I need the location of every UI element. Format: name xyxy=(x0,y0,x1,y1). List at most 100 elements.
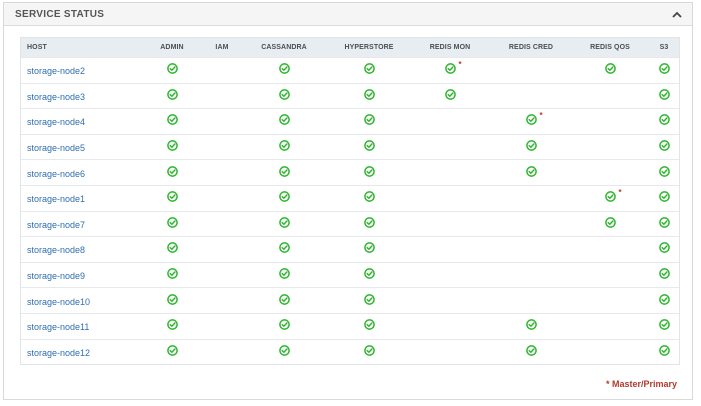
check-circle-icon xyxy=(363,140,375,151)
status-indicator xyxy=(525,140,537,151)
check-circle-icon xyxy=(166,242,178,254)
service-status-cell xyxy=(205,108,239,135)
host-link[interactable]: storage-node3 xyxy=(27,92,85,102)
service-status-cell xyxy=(649,210,679,237)
service-status-panel: SERVICE STATUS HOST ADMIN IAM CASSANDRA … xyxy=(3,2,693,400)
status-indicator xyxy=(658,114,670,126)
service-status-cell xyxy=(649,236,679,263)
host-link[interactable]: storage-node9 xyxy=(27,271,85,281)
service-status-cell xyxy=(329,287,409,314)
host-link[interactable]: storage-node2 xyxy=(27,66,85,76)
status-indicator xyxy=(278,319,290,331)
host-cell: storage-node11 xyxy=(21,312,139,340)
column-header-hyperstore: HYPERSTORE xyxy=(329,38,409,58)
host-cell: storage-node3 xyxy=(21,82,139,109)
service-status-cell xyxy=(205,133,239,160)
service-status-cell xyxy=(329,236,409,263)
table-row: storage-node4 * xyxy=(21,108,679,135)
status-indicator xyxy=(363,191,375,203)
host-cell: storage-node4 xyxy=(21,108,139,135)
service-status-cell xyxy=(571,338,649,365)
master-marker: * xyxy=(618,188,622,198)
host-cell: storage-node10 xyxy=(21,287,139,314)
chevron-up-icon[interactable] xyxy=(670,7,684,21)
status-indicator xyxy=(658,242,670,254)
status-indicator xyxy=(525,319,537,331)
host-link[interactable]: storage-node1 xyxy=(27,194,85,204)
status-indicator xyxy=(166,293,178,305)
service-status-cell xyxy=(329,82,409,109)
service-status-cell xyxy=(491,261,571,288)
check-circle-icon xyxy=(363,293,375,305)
service-status-cell xyxy=(649,159,679,186)
check-circle-icon xyxy=(166,89,178,100)
host-link[interactable]: storage-node4 xyxy=(27,117,85,127)
service-status-cell xyxy=(139,82,205,109)
status-indicator xyxy=(278,242,290,254)
status-indicator xyxy=(166,63,178,75)
service-status-cell xyxy=(205,338,239,365)
service-status-cell xyxy=(139,287,205,314)
service-status-cell xyxy=(139,338,205,365)
check-circle-icon xyxy=(166,293,178,305)
service-status-cell xyxy=(139,236,205,263)
column-header-iam: IAM xyxy=(205,38,239,58)
check-circle-icon xyxy=(658,217,670,228)
host-cell: storage-node6 xyxy=(21,159,139,186)
service-status-cell xyxy=(491,159,571,186)
status-indicator xyxy=(658,293,670,305)
service-status-cell xyxy=(409,312,491,340)
host-link[interactable]: storage-node11 xyxy=(27,322,89,332)
master-marker: * xyxy=(539,111,543,121)
table-row: storage-node7 xyxy=(21,210,679,237)
service-status-cell xyxy=(409,133,491,160)
host-cell: storage-node2 xyxy=(21,57,139,84)
status-indicator xyxy=(658,345,670,356)
service-status-cell xyxy=(139,159,205,186)
host-cell: storage-node1 xyxy=(21,184,139,212)
panel-header[interactable]: SERVICE STATUS xyxy=(4,3,692,26)
service-status-cell xyxy=(139,312,205,340)
host-link[interactable]: storage-node7 xyxy=(27,220,85,230)
service-status-cell xyxy=(139,108,205,135)
master-marker: * xyxy=(458,60,462,70)
check-circle-icon xyxy=(658,63,670,75)
service-status-cell xyxy=(571,133,649,160)
host-link[interactable]: storage-node5 xyxy=(27,143,85,153)
check-circle-icon xyxy=(658,268,670,279)
check-circle-icon xyxy=(363,217,375,228)
service-status-cell xyxy=(239,184,329,212)
check-circle-icon xyxy=(278,293,290,305)
host-link[interactable]: storage-node6 xyxy=(27,169,85,179)
status-indicator xyxy=(604,217,616,228)
service-status-cell xyxy=(571,210,649,237)
status-indicator xyxy=(166,89,178,100)
status-indicator xyxy=(658,268,670,279)
check-circle-icon xyxy=(363,319,375,331)
host-link[interactable]: storage-node8 xyxy=(27,245,85,255)
service-status-cell xyxy=(205,184,239,212)
check-circle-icon xyxy=(525,165,537,177)
host-link[interactable]: storage-node12 xyxy=(27,348,90,358)
check-circle-icon xyxy=(166,345,178,356)
host-link[interactable]: storage-node10 xyxy=(27,297,90,307)
status-indicator xyxy=(166,345,178,356)
service-status-cell xyxy=(239,210,329,237)
check-circle-icon xyxy=(658,140,670,151)
service-status-cell xyxy=(205,57,239,84)
service-status-cell xyxy=(409,261,491,288)
status-indicator: * xyxy=(525,111,543,126)
check-circle-icon xyxy=(278,268,290,279)
check-circle-icon xyxy=(278,114,290,126)
service-status-cell xyxy=(239,338,329,365)
service-status-cell xyxy=(491,184,571,212)
service-status-cell xyxy=(571,261,649,288)
status-indicator xyxy=(658,191,670,203)
table-row: storage-node12 xyxy=(21,338,679,365)
check-circle-icon xyxy=(604,63,616,75)
check-circle-icon xyxy=(278,140,290,151)
check-circle-icon xyxy=(363,165,375,177)
check-circle-icon xyxy=(363,345,375,356)
check-circle-icon xyxy=(278,191,290,203)
service-status-cell xyxy=(491,210,571,237)
